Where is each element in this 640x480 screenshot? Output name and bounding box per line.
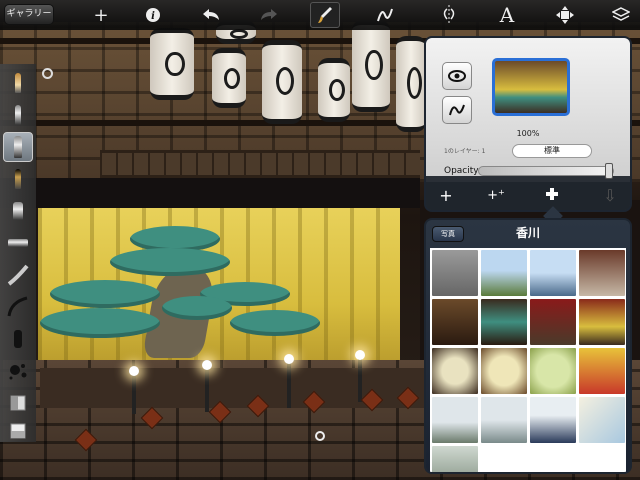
photo-thumbnail[interactable] bbox=[481, 299, 527, 345]
flat-brush[interactable] bbox=[3, 228, 33, 258]
wet-brush[interactable] bbox=[3, 260, 33, 290]
opacity-label: Opacity bbox=[444, 166, 479, 176]
curve-icon[interactable] bbox=[442, 96, 472, 124]
canvas-center-handle[interactable] bbox=[315, 431, 325, 441]
top-toolbar: ギャラリー + i A bbox=[0, 0, 640, 30]
chisel-brush[interactable] bbox=[3, 324, 33, 354]
marker-brush[interactable] bbox=[3, 164, 33, 194]
blend-mode-button[interactable]: 標準 bbox=[512, 144, 592, 158]
layers-action-bar: + +⁺ ⇩ bbox=[426, 182, 630, 210]
proscenium-arch bbox=[0, 178, 420, 208]
paper-lantern bbox=[318, 58, 350, 122]
layer-label: 1のレイヤー: 1 bbox=[444, 148, 486, 155]
pine-foliage bbox=[50, 280, 160, 308]
plus-icon[interactable]: + bbox=[86, 0, 116, 30]
pine-foliage bbox=[162, 296, 232, 320]
splatter-brush[interactable] bbox=[3, 356, 33, 386]
photo-thumbnail[interactable] bbox=[432, 250, 478, 296]
pine-foliage bbox=[110, 248, 230, 276]
photo-thumbnail[interactable] bbox=[530, 250, 576, 296]
text-icon[interactable]: A bbox=[492, 0, 522, 30]
transform-icon[interactable] bbox=[550, 0, 580, 30]
photo-album-panel: 香川 写真 bbox=[424, 218, 632, 474]
smudge-brush[interactable] bbox=[3, 388, 33, 418]
redo-icon[interactable] bbox=[254, 0, 284, 30]
pencil-brush[interactable] bbox=[3, 68, 33, 98]
photo-thumbnail[interactable] bbox=[579, 299, 625, 345]
photo-thumbnail[interactable] bbox=[432, 446, 478, 472]
add-layer-icon[interactable]: + bbox=[434, 186, 458, 206]
photo-grid bbox=[430, 248, 626, 472]
photo-thumbnail[interactable] bbox=[530, 348, 576, 394]
paper-lantern bbox=[212, 48, 246, 108]
candle-flame bbox=[355, 350, 365, 360]
brush-toolbar bbox=[0, 64, 36, 442]
opacity-slider-knob[interactable] bbox=[605, 163, 613, 179]
candle-stand bbox=[358, 358, 362, 402]
photo-thumbnail[interactable] bbox=[432, 348, 478, 394]
photos-back-button[interactable]: 写真 bbox=[432, 226, 464, 242]
canvas-origin-handle[interactable] bbox=[42, 68, 53, 79]
candle-flame bbox=[284, 354, 294, 364]
candle-stand bbox=[287, 362, 291, 408]
pen-brush[interactable] bbox=[3, 100, 33, 130]
svg-text:i: i bbox=[151, 11, 155, 22]
balcony-rail bbox=[100, 150, 420, 178]
gallery-button[interactable]: ギャラリー bbox=[4, 4, 54, 25]
paper-lantern bbox=[262, 40, 302, 124]
layers-panel: 100% 1のレイヤー: 1 標準 Opacity + +⁺ ⇩ bbox=[424, 36, 632, 212]
photo-thumbnail[interactable] bbox=[481, 397, 527, 443]
brush-icon[interactable] bbox=[310, 2, 340, 28]
pine-foliage bbox=[40, 308, 160, 338]
candle-flame bbox=[129, 366, 139, 376]
photo-thumbnail[interactable] bbox=[432, 397, 478, 443]
undo-icon[interactable] bbox=[196, 0, 226, 30]
curve-brush[interactable] bbox=[3, 292, 33, 322]
candle-stand bbox=[132, 374, 136, 414]
layers-panel-body: 100% 1のレイヤー: 1 標準 Opacity bbox=[426, 38, 630, 179]
curve-icon[interactable] bbox=[370, 0, 400, 30]
pine-foliage bbox=[230, 310, 320, 336]
paper-lantern bbox=[150, 28, 194, 100]
photo-thumbnail[interactable] bbox=[579, 250, 625, 296]
photo-thumbnail[interactable] bbox=[579, 348, 625, 394]
photo-thumbnail[interactable] bbox=[432, 299, 478, 345]
fill-brush[interactable] bbox=[3, 416, 33, 446]
photo-thumbnail[interactable] bbox=[481, 348, 527, 394]
layer-thumbnail[interactable] bbox=[492, 58, 570, 116]
layers-icon[interactable] bbox=[606, 0, 636, 30]
import-photo-icon[interactable] bbox=[540, 186, 564, 206]
eye-icon[interactable] bbox=[442, 62, 472, 90]
layer-opacity-percent: 100% bbox=[516, 129, 540, 138]
opacity-slider[interactable] bbox=[478, 163, 614, 179]
duplicate-layer-icon[interactable]: +⁺ bbox=[484, 186, 508, 206]
merge-down-icon[interactable]: ⇩ bbox=[598, 186, 622, 206]
eraser-brush[interactable] bbox=[3, 196, 33, 226]
photo-thumbnail[interactable] bbox=[530, 299, 576, 345]
paper-lantern bbox=[396, 36, 426, 132]
photo-thumbnail[interactable] bbox=[481, 250, 527, 296]
candle-stand bbox=[205, 368, 209, 412]
symmetry-icon[interactable] bbox=[434, 0, 464, 30]
info-icon[interactable]: i bbox=[138, 0, 168, 30]
candle-flame bbox=[202, 360, 212, 370]
paper-lantern bbox=[352, 20, 390, 112]
photo-thumbnail[interactable] bbox=[530, 397, 576, 443]
airbrush-brush[interactable] bbox=[3, 132, 33, 162]
photo-thumbnail[interactable] bbox=[579, 397, 625, 443]
